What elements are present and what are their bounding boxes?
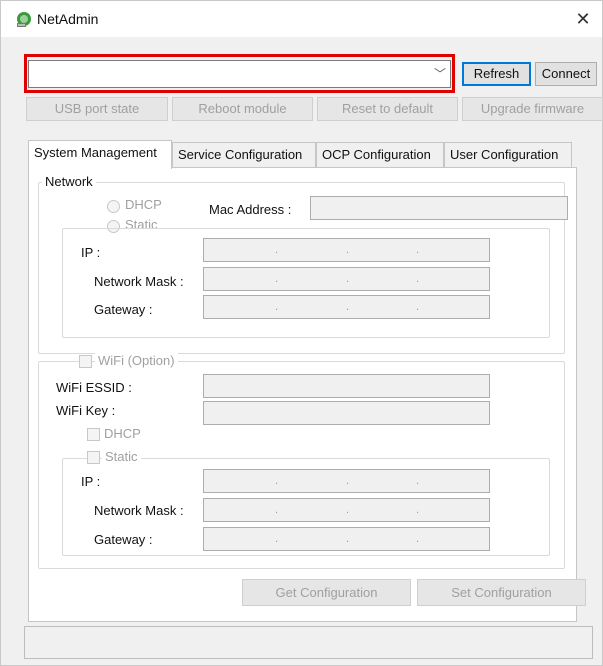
wifi-network-mask-field[interactable]: ... xyxy=(203,498,490,522)
wifi-dhcp-checkbox[interactable] xyxy=(87,428,100,441)
device-combobox[interactable]: ﹀ xyxy=(28,60,451,88)
wifi-network-mask-label: Network Mask : xyxy=(94,503,184,518)
chevron-down-icon[interactable]: ﹀ xyxy=(434,65,446,82)
wifi-gateway-field[interactable]: ... xyxy=(203,527,490,551)
dhcp-radio[interactable] xyxy=(107,200,120,213)
tab-service-configuration[interactable]: Service Configuration xyxy=(172,142,316,168)
dhcp-radio-label: DHCP xyxy=(125,197,162,212)
upgrade-firmware-button[interactable]: Upgrade firmware xyxy=(462,97,603,121)
wifi-static-label: Static xyxy=(102,449,141,464)
ip-address-field[interactable]: ... xyxy=(203,238,490,262)
tab-ocp-configuration[interactable]: OCP Configuration xyxy=(316,142,444,168)
ip-label: IP : xyxy=(81,245,101,260)
network-mask-label: Network Mask : xyxy=(94,274,184,289)
wifi-ip-label: IP : xyxy=(81,474,101,489)
title-bar: NetAdmin ✕ xyxy=(1,1,602,37)
wifi-group-legend: WiFi (Option) xyxy=(95,353,178,368)
wifi-ip-address-field[interactable]: ... xyxy=(203,469,490,493)
close-icon: ✕ xyxy=(575,9,591,29)
network-group-legend: Network xyxy=(42,174,96,189)
gateway-field[interactable]: ... xyxy=(203,295,490,319)
wifi-static-checkbox[interactable] xyxy=(87,451,100,464)
close-button[interactable]: ✕ xyxy=(570,7,596,31)
reboot-module-button[interactable]: Reboot module xyxy=(172,97,313,121)
gateway-label: Gateway : xyxy=(94,302,153,317)
wifi-dhcp-label: DHCP xyxy=(104,426,141,441)
mac-address-field[interactable] xyxy=(310,196,568,220)
set-configuration-button[interactable]: Set Configuration xyxy=(417,579,586,606)
netadmin-window: NetAdmin ✕ ﹀ Refresh Connect USB port st… xyxy=(0,0,603,666)
wifi-key-field[interactable] xyxy=(203,401,490,425)
system-management-panel: Network DHCP Static Mac Address : IP : .… xyxy=(28,167,586,622)
wifi-option-checkbox[interactable] xyxy=(79,355,92,368)
reset-to-default-button[interactable]: Reset to default xyxy=(317,97,458,121)
wifi-gateway-label: Gateway : xyxy=(94,532,153,547)
tab-system-management[interactable]: System Management xyxy=(28,140,172,169)
wifi-essid-field[interactable] xyxy=(203,374,490,398)
network-mask-field[interactable]: ... xyxy=(203,267,490,291)
status-bar xyxy=(24,626,593,659)
wifi-essid-label: WiFi ESSID : xyxy=(56,380,132,395)
app-network-icon xyxy=(17,12,31,27)
wifi-key-label: WiFi Key : xyxy=(56,403,116,418)
refresh-button[interactable]: Refresh xyxy=(462,62,531,86)
tab-user-configuration[interactable]: User Configuration xyxy=(444,142,572,168)
window-title: NetAdmin xyxy=(37,11,99,27)
usb-port-state-button[interactable]: USB port state xyxy=(26,97,168,121)
get-configuration-button[interactable]: Get Configuration xyxy=(242,579,411,606)
connect-button[interactable]: Connect xyxy=(535,62,597,86)
mac-address-label: Mac Address : xyxy=(209,202,292,217)
